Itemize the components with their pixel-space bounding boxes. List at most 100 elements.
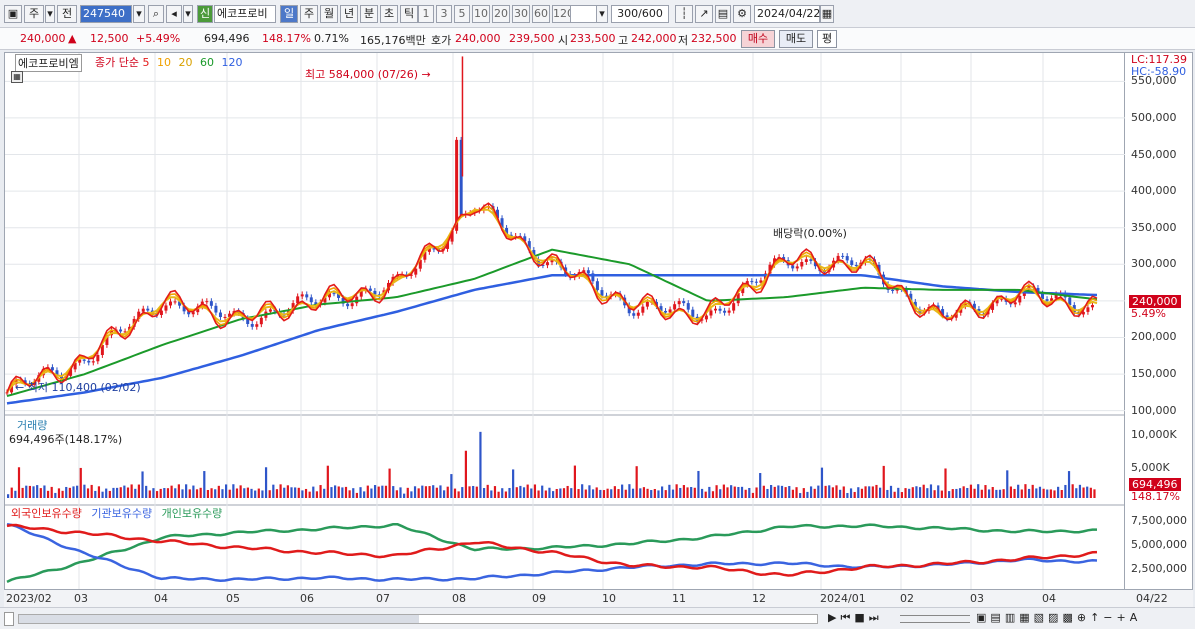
- nav-next-icon[interactable]: ▶: [828, 611, 840, 624]
- date-label: 11: [672, 592, 686, 605]
- high-annotation-text: 최고 584,000 (07/26): [305, 68, 419, 81]
- font-size-icon[interactable]: A: [1130, 611, 1142, 624]
- volume-bar: [119, 487, 122, 498]
- period-tab[interactable]: 년: [340, 5, 358, 23]
- candle-body: [636, 312, 640, 316]
- volume-bar: [399, 487, 402, 498]
- trade-amount: 165,176백만: [360, 34, 426, 47]
- volume-bar: [515, 487, 518, 498]
- minus-icon[interactable]: −: [1103, 611, 1116, 624]
- volume-bar: [1049, 489, 1052, 498]
- period-tab[interactable]: 초: [380, 5, 398, 23]
- buy-button[interactable]: 매수: [741, 30, 775, 48]
- stock-code-input[interactable]: 247540: [80, 5, 132, 23]
- volume-bar: [548, 487, 551, 498]
- period-tab[interactable]: 틱: [400, 5, 418, 23]
- chart-area[interactable]: 에코프로비엠 종가 단순 5 10 20 60 120 ▦ 최고 584,000…: [4, 52, 1126, 608]
- tool-4-icon[interactable]: ▦: [1019, 611, 1033, 624]
- volume-bar: [664, 490, 667, 498]
- volume-bar: [944, 468, 947, 498]
- speaker-dropdown-icon[interactable]: ▾: [183, 5, 193, 23]
- code-dropdown-icon[interactable]: ▾: [133, 5, 145, 23]
- sell-button[interactable]: 매도: [779, 30, 813, 48]
- stock-legend[interactable]: 에코프로비엠: [15, 54, 82, 72]
- candle-body: [164, 305, 168, 311]
- volume-bar: [708, 486, 711, 498]
- candle-type-icon[interactable]: ┆: [675, 5, 693, 23]
- volume-bar: [439, 485, 442, 498]
- number-tab[interactable]: 120: [552, 5, 574, 23]
- number-tab[interactable]: 1: [418, 5, 434, 23]
- candle-body: [346, 303, 350, 307]
- tool-7-icon[interactable]: ▩: [1062, 611, 1076, 624]
- volume-bar: [966, 487, 969, 498]
- volume-bar: [195, 489, 199, 498]
- number-tab[interactable]: 20: [492, 5, 510, 23]
- zoom-slider[interactable]: [900, 615, 970, 623]
- volume-bar: [279, 484, 282, 498]
- tool-6-icon[interactable]: ▨: [1048, 611, 1062, 624]
- number-tab[interactable]: 10: [472, 5, 490, 23]
- plus-icon[interactable]: +: [1117, 611, 1130, 624]
- nav-controls[interactable]: ▶⏮■⏭: [828, 611, 883, 625]
- calendar-icon[interactable]: ▦: [820, 5, 834, 23]
- date-input[interactable]: 2024/04/22: [754, 5, 820, 23]
- tool-5-icon[interactable]: ▧: [1034, 611, 1048, 624]
- number-tab[interactable]: 3: [436, 5, 452, 23]
- search-icon[interactable]: ⌕: [148, 5, 164, 23]
- period-tab[interactable]: 분: [360, 5, 378, 23]
- volume-bar: [839, 489, 842, 498]
- period-tab[interactable]: 월: [320, 5, 338, 23]
- volume-bar: [704, 491, 707, 498]
- scroll-thumb[interactable]: [19, 615, 419, 623]
- eval-button[interactable]: 평: [817, 30, 837, 48]
- market-dropdown-icon[interactable]: ▾: [45, 5, 55, 23]
- volume-bar: [1035, 488, 1038, 498]
- arrow-up-icon[interactable]: ↑: [1090, 611, 1103, 624]
- calculator-icon[interactable]: ▦: [11, 71, 23, 83]
- scroll-left-icon[interactable]: [4, 612, 14, 626]
- volume-bar: [10, 487, 13, 498]
- volume-bar: [170, 485, 173, 498]
- gear-icon[interactable]: ⚙: [733, 5, 751, 23]
- volume-bar: [722, 484, 725, 498]
- chart-menu-icon[interactable]: ▣: [4, 5, 22, 23]
- nav-last-icon[interactable]: ⏭: [869, 611, 883, 624]
- volume-bar: [1064, 484, 1067, 498]
- interval-dropdown-icon[interactable]: ▾: [596, 5, 608, 23]
- volume-bar: [570, 488, 573, 498]
- nav-stop-icon[interactable]: ■: [854, 611, 868, 624]
- count-field[interactable]: 300/600: [611, 5, 669, 23]
- volume-bar: [94, 490, 97, 498]
- tool-1-icon[interactable]: ▣: [976, 611, 990, 624]
- market-select[interactable]: 주: [24, 5, 44, 23]
- volume-bar: [955, 488, 958, 498]
- zoom-in-icon[interactable]: ⊕: [1077, 611, 1090, 624]
- candle-body: [854, 264, 858, 267]
- volume-bar: [46, 490, 50, 498]
- volume-bar: [795, 487, 798, 498]
- number-tab[interactable]: 5: [454, 5, 470, 23]
- scrollbar[interactable]: [18, 614, 818, 624]
- prev-button[interactable]: 전: [57, 5, 77, 23]
- tool-controls[interactable]: ▣▤▥▦▧▨▩⊕↑−+A: [976, 611, 1141, 624]
- volume-bar: [61, 490, 64, 498]
- volume-bar: [1024, 484, 1027, 498]
- candle-body: [709, 310, 713, 316]
- date-value: 2024/04/22: [757, 7, 821, 20]
- tool-3-icon[interactable]: ▥: [1005, 611, 1019, 624]
- number-tab[interactable]: 60: [532, 5, 550, 23]
- volume-bar: [330, 487, 333, 498]
- save-icon[interactable]: ▤: [715, 5, 731, 23]
- number-tab[interactable]: 30: [512, 5, 530, 23]
- chart-canvas[interactable]: [5, 53, 1126, 608]
- period-tab[interactable]: 일: [280, 5, 298, 23]
- nav-first-icon[interactable]: ⏮: [840, 611, 854, 624]
- period-tab[interactable]: 주: [300, 5, 318, 23]
- volume-bar: [530, 488, 533, 498]
- tool-2-icon[interactable]: ▤: [990, 611, 1004, 624]
- speaker-icon[interactable]: ◂: [166, 5, 182, 23]
- candle-body: [218, 312, 222, 318]
- volume-bar: [940, 490, 943, 498]
- draw-tool-icon[interactable]: ↗: [695, 5, 713, 23]
